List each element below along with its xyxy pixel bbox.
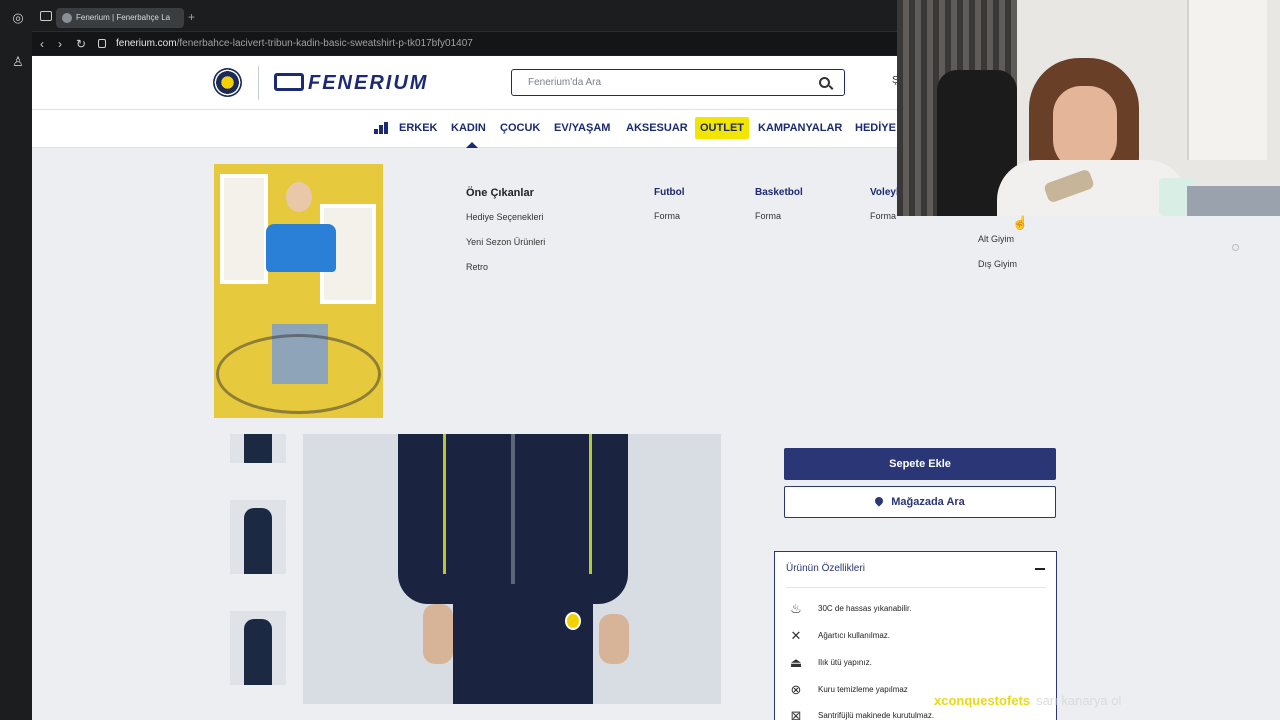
mega-column-extra: Alt Giyim Dış Giyim [978,234,1017,284]
reload-icon[interactable]: ↻ [76,36,86,52]
logo-divider [258,66,259,100]
mega-link[interactable]: Dış Giyim [978,259,1017,269]
browser-window: ◎ ♙ Fenerium | Fenerbahçe La + ‹ › ↻ fen… [0,0,1280,720]
carousel-dot[interactable] [1232,244,1239,251]
find-in-store-label: Mağazada Ara [891,496,965,508]
active-nav-indicator [466,142,478,148]
forward-icon[interactable]: › [58,36,62,52]
favicon-icon [62,13,72,23]
workspaces-icon[interactable] [40,11,52,21]
product-thumbnail[interactable] [230,611,286,685]
mega-column-title[interactable]: Basketbol [755,187,803,198]
stream-watermark: xconquestofets sarı kanarya ol [934,693,1122,708]
hand-cursor-icon: ☝ [1012,215,1029,230]
search-icon[interactable] [819,77,830,88]
mega-menu-promo-image[interactable] [214,164,383,418]
nav-cocuk[interactable]: ÇOCUK [500,121,540,135]
logo-mark-icon [274,73,304,91]
browser-menu-icon[interactable]: ◎ [10,10,26,26]
profile-icon[interactable]: ♙ [10,54,26,70]
product-thumbnail[interactable] [230,500,286,574]
mega-link[interactable]: Alt Giyim [978,234,1017,244]
features-title[interactable]: Ürünün Özellikleri [786,563,865,574]
care-item: ⊠ Santrifüjlü makinede kurutulmaz. [786,707,1046,720]
search-input[interactable]: Fenerium'da Ara [511,69,845,96]
nav-aksesuar[interactable]: AKSESUAR [626,121,688,135]
mega-link[interactable]: Hediye Seçenekleri [466,212,545,222]
no-bleach-icon: ✕ [790,628,802,643]
find-in-store-button[interactable]: Mağazada Ara [784,486,1056,518]
nav-kadin[interactable]: KADIN [451,121,486,135]
lock-icon [98,39,106,48]
tab-fenerium[interactable]: Fenerium | Fenerbahçe La [56,8,184,28]
collapse-icon[interactable] [1035,568,1045,570]
map-pin-icon [873,495,885,507]
address-bar[interactable]: ‹ › ↻ fenerium.com/fenerbahce-lacivert-t… [32,31,902,55]
tab-title: Fenerium | Fenerbahçe La [76,13,171,22]
mega-column-basketbol: Basketbol Forma [755,187,803,236]
mega-featured-title[interactable]: Öne Çıkanlar [466,187,545,199]
url-text[interactable]: fenerium.com/fenerbahce-lacivert-tribun-… [116,38,473,49]
care-item: ⏏ Ilık ütü yapınız. [786,654,1046,674]
nav-kampanyalar[interactable]: KAMPANYALAR [758,121,842,135]
wash-30-icon: ♨ [790,601,802,616]
new-tab-button[interactable]: + [188,10,195,24]
product-thumbnail[interactable] [230,434,286,463]
nav-outlet[interactable]: OUTLET [695,117,749,139]
mega-column-futbol: Futbol Forma [654,187,685,236]
back-icon[interactable]: ‹ [40,36,44,52]
browser-sidebar: ◎ ♙ [0,0,32,720]
care-item: ♨ 30C de hassas yıkanabilir. [786,600,1046,620]
mega-link[interactable]: Yeni Sezon Ürünleri [466,237,545,247]
no-tumble-dry-icon: ⊠ [790,708,802,720]
nav-ev-yasam[interactable]: EV/YAŞAM [554,121,610,135]
webcam-overlay [897,0,1280,216]
product-main-image[interactable] [303,434,721,704]
mega-featured-column: Öne Çıkanlar Hediye Seçenekleri Yeni Sez… [466,187,545,287]
fenerbahce-crest-icon[interactable] [213,68,242,97]
search-placeholder: Fenerium'da Ara [528,77,602,88]
care-item: ✕ Ağartıcı kullanılmaz. [786,627,1046,647]
mega-link[interactable]: Retro [466,262,545,272]
adidas-icon[interactable] [374,122,390,134]
nav-hediye[interactable]: HEDİYE [855,121,896,135]
mega-link[interactable]: Forma [755,211,803,221]
iron-low-icon: ⏏ [789,655,803,670]
add-to-cart-button[interactable]: Sepete Ekle [784,448,1056,480]
features-divider [786,587,1046,588]
nav-erkek[interactable]: ERKEK [399,121,438,135]
no-dry-clean-icon: ⊗ [790,682,802,697]
fenerium-logo[interactable]: FENERIUM [274,70,464,96]
mega-link[interactable]: Forma [654,211,685,221]
mega-column-title[interactable]: Futbol [654,187,685,198]
